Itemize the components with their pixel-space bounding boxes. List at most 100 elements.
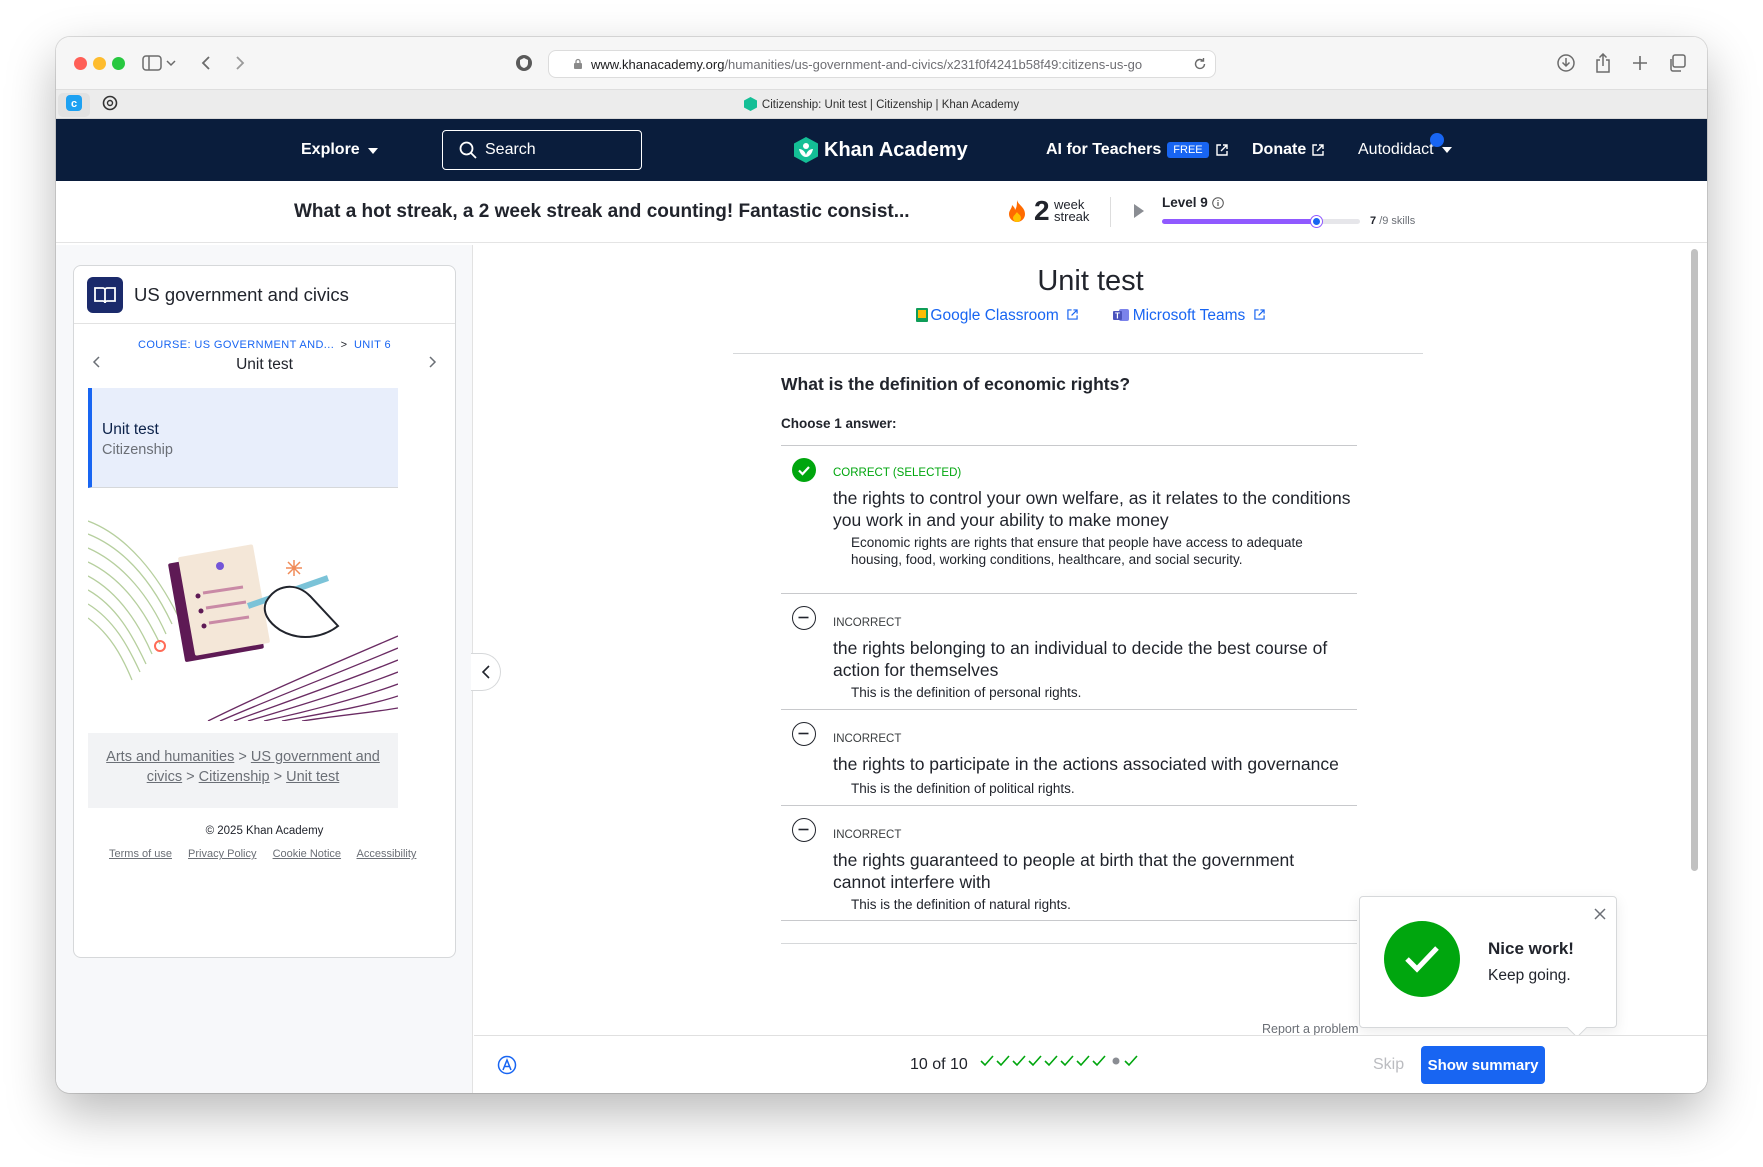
result-check-icon xyxy=(996,1055,1010,1067)
google-classroom-link[interactable]: Google Classroom xyxy=(916,307,1082,324)
current-unit-title: Unit test xyxy=(236,356,293,373)
answer-option-1[interactable]: CORRECT (SELECTED) the rights to control… xyxy=(781,445,1357,593)
downloads-icon[interactable] xyxy=(1554,52,1578,74)
new-tab-icon[interactable] xyxy=(1628,52,1652,74)
browser-toolbar: www.khanacademy.org/humanities/us-govern… xyxy=(56,37,1707,89)
search-placeholder: Search xyxy=(485,141,536,158)
url-path: /humanities/us-government-and-civics/x23… xyxy=(724,56,1143,72)
sidebar-item-unit-test[interactable]: Unit test Citizenship xyxy=(88,388,398,488)
minus-circle-icon xyxy=(792,818,816,842)
donate-label: Donate xyxy=(1252,141,1307,158)
exercise-area: Unit test Google Classroom T Microsoft Te… xyxy=(471,245,1707,1093)
toast-sub: Keep going. xyxy=(1488,967,1571,984)
course-card: US government and civics COURSE: US GOVE… xyxy=(73,265,456,958)
exercise-footer: 10 of 10 Skip Show summary xyxy=(474,1035,1707,1093)
show-summary-button[interactable]: Show summary xyxy=(1421,1046,1545,1084)
result-check-icon xyxy=(1012,1055,1026,1067)
active-tab[interactable]: Citizenship: Unit test | Citizenship | K… xyxy=(56,97,1707,114)
result-check-icon xyxy=(980,1055,994,1067)
crumb-arts[interactable]: Arts and humanities xyxy=(106,749,234,765)
cookie-link[interactable]: Cookie Notice xyxy=(273,848,341,860)
streak-count: 2 xyxy=(1034,195,1050,226)
microsoft-teams-label: Microsoft Teams xyxy=(1132,307,1246,324)
unit-test-illustration xyxy=(88,516,398,721)
microsoft-teams-link[interactable]: T Microsoft Teams xyxy=(1112,307,1265,327)
scrollbar-thumb[interactable] xyxy=(1691,249,1698,871)
sidebar-toggle-icon[interactable] xyxy=(140,52,164,74)
skills-done: 7 xyxy=(1370,215,1377,227)
option-rationale: This is the definition of natural rights… xyxy=(851,897,1071,912)
breadcrumb: COURSE: US GOVERNMENT AND... > UNIT 6 xyxy=(74,339,455,351)
title-divider xyxy=(733,353,1423,354)
user-menu[interactable]: Autodidact xyxy=(1358,119,1452,181)
accessibility-link[interactable]: Accessibility xyxy=(357,848,417,860)
answer-option-2[interactable]: INCORRECT the rights belonging to an ind… xyxy=(781,593,1357,709)
ai-teachers-link[interactable]: AI for Teachers FREE xyxy=(1046,119,1228,181)
option-rationale: This is the definition of political righ… xyxy=(851,781,1075,796)
breadcrumb-box: Arts and humanities > US government and … xyxy=(88,733,398,808)
option-status: CORRECT (SELECTED) xyxy=(833,467,962,479)
play-icon[interactable] xyxy=(1134,204,1144,223)
result-check-icon xyxy=(1060,1055,1074,1067)
crumb-unit[interactable]: Citizenship xyxy=(199,769,270,785)
exercise-title: Unit test xyxy=(1037,265,1144,297)
answer-option-4[interactable]: INCORRECT the rights guaranteed to peopl… xyxy=(781,805,1357,921)
chevron-left-icon xyxy=(481,665,490,679)
scrollbar-track[interactable] xyxy=(1688,245,1700,1035)
check-circle-icon xyxy=(792,458,816,482)
teams-icon: T xyxy=(1112,308,1131,327)
collapse-sidebar-button[interactable] xyxy=(471,653,501,691)
result-check-icon xyxy=(1092,1055,1106,1067)
crumb-lesson[interactable]: Unit test xyxy=(286,769,339,785)
unit-nav: COURSE: US GOVERNMENT AND... > UNIT 6 Un… xyxy=(74,324,455,388)
chevron-down-icon[interactable] xyxy=(164,52,178,74)
option-text: the rights to participate in the actions… xyxy=(833,754,1339,774)
google-classroom-label: Google Classroom xyxy=(930,307,1059,324)
logo-text: Khan Academy xyxy=(824,138,968,161)
reload-icon[interactable] xyxy=(1193,57,1207,74)
site-header: Explore Search Khan Academy AI for Teach… xyxy=(56,119,1707,181)
terms-link[interactable]: Terms of use xyxy=(109,848,172,860)
option-text: the rights belonging to an individual to… xyxy=(833,638,1328,680)
accessibility-icon[interactable] xyxy=(497,1055,517,1080)
option-status: INCORRECT xyxy=(833,829,902,841)
ka-logo-icon xyxy=(794,137,818,163)
zoom-window-button[interactable] xyxy=(112,57,125,70)
option-text: the rights guaranteed to people at birth… xyxy=(833,850,1295,892)
back-icon[interactable] xyxy=(194,52,218,74)
info-icon[interactable] xyxy=(1211,196,1224,209)
logo[interactable]: Khan Academy xyxy=(794,119,968,181)
tab-bar: c Citizenship: Unit test | Citizenship |… xyxy=(56,89,1707,119)
explore-menu[interactable]: Explore xyxy=(301,119,378,181)
breadcrumb-course[interactable]: COURSE: US GOVERNMENT AND... xyxy=(138,339,334,351)
share-links: Google Classroom T Microsoft Teams xyxy=(474,307,1707,327)
close-window-button[interactable] xyxy=(74,57,87,70)
svg-text:T: T xyxy=(1115,312,1120,321)
tab-overview-icon[interactable] xyxy=(1665,52,1689,74)
minimize-window-button[interactable] xyxy=(93,57,106,70)
privacy-shield-icon[interactable] xyxy=(512,52,536,74)
report-problem-link[interactable]: Report a problem xyxy=(1262,1022,1359,1035)
skip-button[interactable]: Skip xyxy=(1373,1056,1404,1074)
footer-links: Terms of use Privacy Policy Cookie Notic… xyxy=(109,848,455,860)
streak-unit-2: streak xyxy=(1054,209,1090,224)
feedback-toast: Nice work! Keep going. xyxy=(1359,896,1617,1038)
results-row xyxy=(980,1055,1140,1067)
skills-total: /9 skills xyxy=(1379,215,1416,227)
breadcrumb-unit[interactable]: UNIT 6 xyxy=(354,339,391,351)
course-book-icon xyxy=(87,276,123,313)
close-icon[interactable] xyxy=(1594,907,1606,925)
next-chevron-icon[interactable] xyxy=(429,355,437,373)
course-title[interactable]: US government and civics xyxy=(134,284,349,306)
donate-link[interactable]: Donate xyxy=(1252,119,1324,181)
streak-message: What a hot streak, a 2 week streak and c… xyxy=(294,201,910,222)
address-bar[interactable]: www.khanacademy.org/humanities/us-govern… xyxy=(548,50,1216,78)
privacy-link[interactable]: Privacy Policy xyxy=(188,848,256,860)
share-icon[interactable] xyxy=(1591,52,1615,74)
free-badge: FREE xyxy=(1167,142,1209,158)
search-input[interactable]: Search xyxy=(442,130,642,170)
answer-option-3[interactable]: INCORRECT the rights to participate in t… xyxy=(781,709,1357,805)
forward-icon[interactable] xyxy=(228,52,252,74)
flame-icon xyxy=(1007,199,1027,228)
result-check-icon xyxy=(1076,1055,1090,1067)
